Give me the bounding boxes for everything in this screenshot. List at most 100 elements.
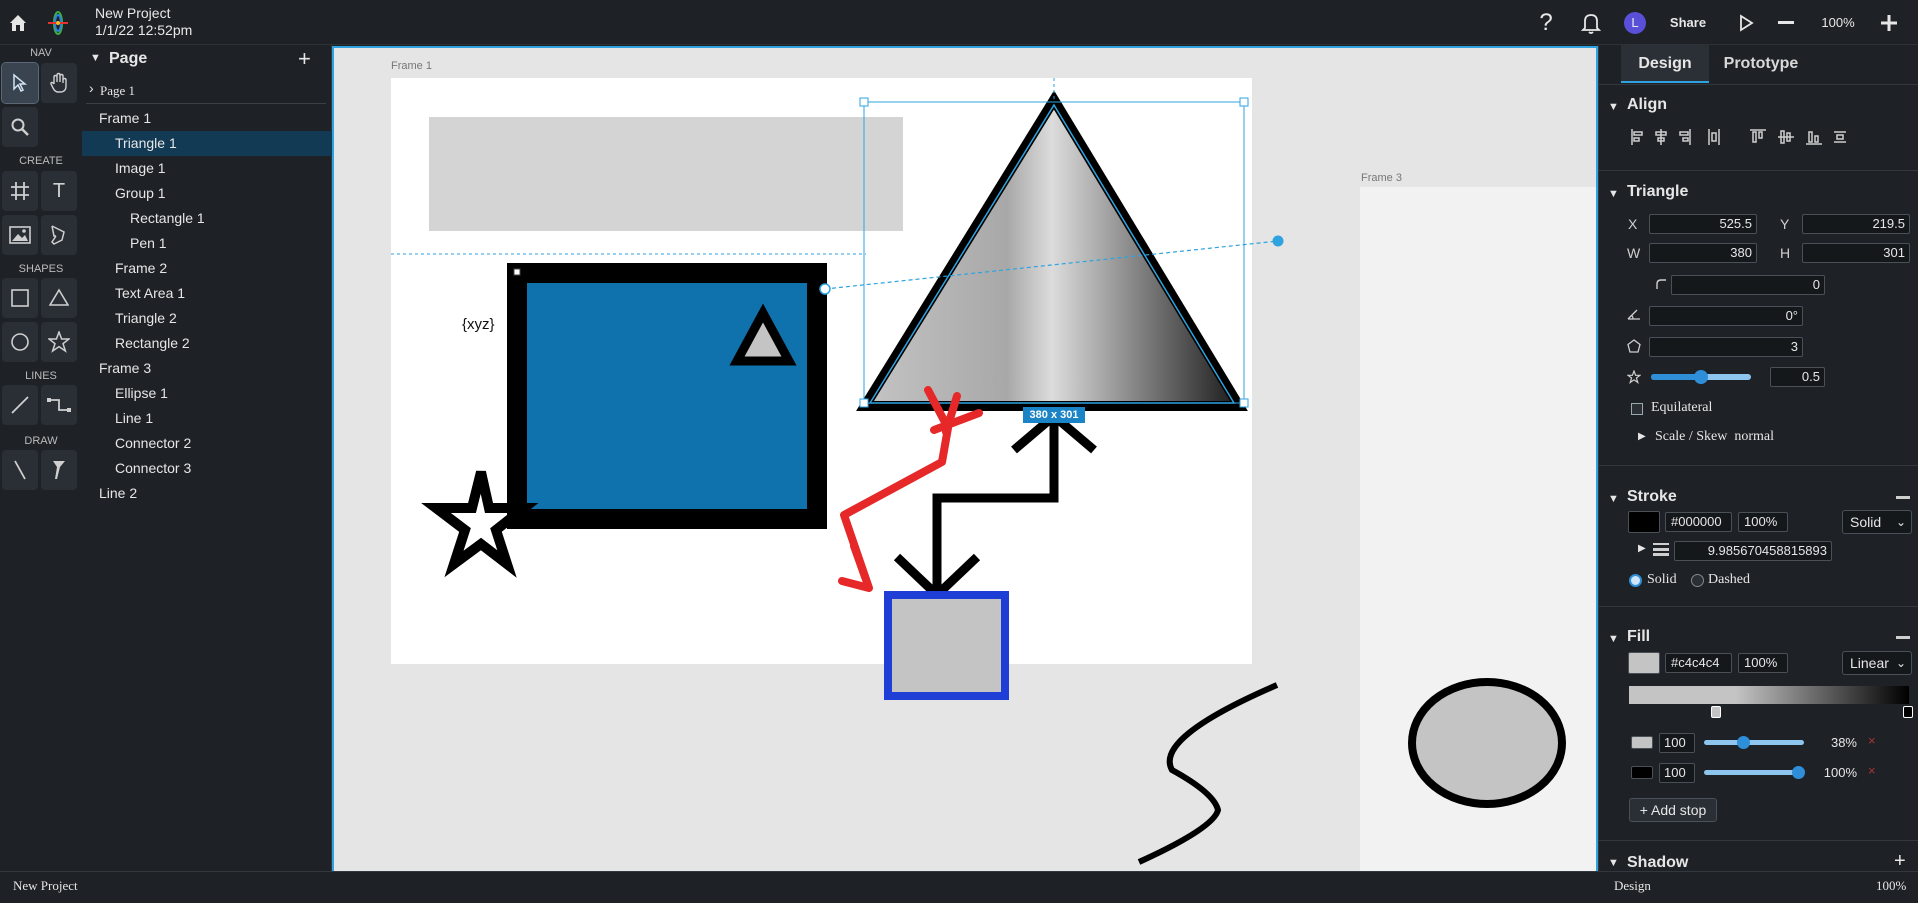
layer-item[interactable]: Ellipse 1 xyxy=(82,381,332,406)
rotation-field[interactable]: 0° xyxy=(1649,306,1803,326)
layer-item[interactable]: Connector 2 xyxy=(82,431,332,456)
add-page-icon[interactable]: + xyxy=(298,48,311,70)
gradient-preview-bar[interactable] xyxy=(1629,686,1909,704)
distribute-vertical-icon[interactable] xyxy=(1834,131,1846,143)
pen-tool[interactable] xyxy=(41,215,77,255)
stroke-caret-icon[interactable]: ▼ xyxy=(1608,493,1619,505)
rectangle2[interactable] xyxy=(884,591,1009,700)
ellipse1[interactable] xyxy=(1408,678,1566,808)
stop2-opacity-field[interactable]: 100 xyxy=(1659,763,1695,783)
star-ratio-field[interactable]: 0.5 xyxy=(1770,367,1825,387)
stop2-slider-thumb[interactable] xyxy=(1792,766,1805,779)
gradient-start-handle[interactable] xyxy=(819,283,831,295)
zoom-in-icon[interactable] xyxy=(1876,0,1902,45)
scale-skew-label[interactable]: Scale / Skew normal xyxy=(1655,429,1774,445)
zoom-tool[interactable] xyxy=(2,107,38,147)
layer-item[interactable]: Triangle 1 xyxy=(82,131,332,156)
marker-tool[interactable] xyxy=(41,450,77,490)
stop2-position-slider[interactable] xyxy=(1704,766,1805,779)
stroke-width-caret-icon[interactable]: ▶ xyxy=(1638,543,1646,554)
align-hcenter-icon[interactable] xyxy=(1655,129,1667,145)
share-button[interactable]: Share xyxy=(1664,0,1712,45)
y-field[interactable]: 219.5 xyxy=(1802,214,1910,234)
stop1-color-swatch[interactable] xyxy=(1631,736,1653,749)
add-stop-button[interactable]: + Add stop xyxy=(1629,798,1717,822)
zoom-level[interactable]: 100% xyxy=(1816,0,1860,45)
star-ratio-slider-thumb[interactable] xyxy=(1694,370,1708,384)
pencil-tool[interactable] xyxy=(2,450,38,490)
remove-stroke-icon[interactable] xyxy=(1896,496,1910,499)
frame2-corner-handle[interactable] xyxy=(513,268,521,276)
handle-top-left[interactable] xyxy=(859,97,869,107)
stop1-delete-icon[interactable]: × xyxy=(1868,733,1876,748)
frame2-blue-square[interactable] xyxy=(507,263,827,529)
triangle-tool[interactable] xyxy=(41,278,77,318)
help-icon[interactable]: ? xyxy=(1534,0,1558,45)
zoom-out-icon[interactable] xyxy=(1774,0,1798,45)
height-field[interactable]: 301 xyxy=(1802,243,1910,263)
solid-radio[interactable] xyxy=(1629,574,1642,587)
page-list-item[interactable]: › Page 1 xyxy=(86,80,326,104)
line2-squiggle[interactable] xyxy=(1137,682,1279,865)
align-left-icon[interactable] xyxy=(1631,129,1643,145)
layer-item[interactable]: Frame 3 xyxy=(82,356,332,381)
stop2-color-swatch[interactable] xyxy=(1631,766,1653,779)
fill-opacity-field[interactable]: 100% xyxy=(1738,653,1788,673)
home-icon[interactable] xyxy=(4,0,32,45)
align-bottom-icon[interactable] xyxy=(1806,131,1822,145)
remove-fill-icon[interactable] xyxy=(1896,636,1910,639)
page-collapse-caret[interactable]: ▼ xyxy=(90,52,101,64)
rectangle-tool[interactable] xyxy=(2,278,38,318)
canvas[interactable]: Frame 1 Frame 3 {xyz} 380 x 301 xyxy=(332,46,1598,897)
gradient-stop-handle-1[interactable] xyxy=(1711,706,1721,718)
layer-item[interactable]: Pen 1 xyxy=(82,231,332,256)
ellipse-tool[interactable] xyxy=(2,322,38,362)
stop1-slider-thumb[interactable] xyxy=(1737,736,1750,749)
frame-tool[interactable] xyxy=(2,171,38,211)
fill-type-select[interactable]: Linear ⌄ xyxy=(1842,651,1912,675)
layer-item[interactable]: Triangle 2 xyxy=(82,306,332,331)
add-shadow-icon[interactable]: + xyxy=(1894,851,1906,871)
stroke-width-field[interactable]: 9.985670458815893 xyxy=(1674,541,1832,561)
align-right-icon[interactable] xyxy=(1679,129,1691,145)
x-field[interactable]: 525.5 xyxy=(1649,214,1757,234)
line-tool[interactable] xyxy=(2,385,38,425)
tab-prototype[interactable]: Prototype xyxy=(1711,45,1811,83)
play-icon[interactable] xyxy=(1733,0,1759,45)
tab-design[interactable]: Design xyxy=(1621,45,1709,83)
project-title[interactable]: New Project xyxy=(95,4,170,22)
fill-hex-field[interactable]: #c4c4c4 xyxy=(1665,653,1732,673)
layer-item[interactable]: Line 1 xyxy=(82,406,332,431)
layer-item[interactable]: Group 1 xyxy=(82,181,332,206)
fill-color-swatch[interactable] xyxy=(1628,652,1660,674)
dashed-radio[interactable] xyxy=(1691,574,1704,587)
layer-item[interactable]: Frame 2 xyxy=(82,256,332,281)
triangle-caret-icon[interactable]: ▼ xyxy=(1608,188,1619,200)
corner-radius-field[interactable]: 0 xyxy=(1671,275,1825,295)
stroke-opacity-field[interactable]: 100% xyxy=(1738,512,1788,532)
connector-tool[interactable] xyxy=(41,385,77,425)
stop2-delete-icon[interactable]: × xyxy=(1868,763,1876,778)
text-tool[interactable]: T xyxy=(41,171,77,211)
layer-item[interactable]: Rectangle 1 xyxy=(82,206,332,231)
distribute-horizontal-icon[interactable] xyxy=(1708,129,1720,145)
star-ratio-slider-track[interactable] xyxy=(1651,370,1751,384)
gradient-stop-handle-2[interactable] xyxy=(1903,706,1913,718)
align-caret-icon[interactable]: ▼ xyxy=(1608,101,1619,113)
bell-icon[interactable] xyxy=(1578,0,1604,45)
stroke-hex-field[interactable]: #000000 xyxy=(1665,512,1732,532)
sides-field[interactable]: 3 xyxy=(1649,337,1803,357)
width-field[interactable]: 380 xyxy=(1649,243,1757,263)
stop1-opacity-field[interactable]: 100 xyxy=(1659,733,1695,753)
layer-item[interactable]: Text Area 1 xyxy=(82,281,332,306)
stop1-position-slider[interactable] xyxy=(1704,736,1804,749)
hand-tool[interactable] xyxy=(41,63,77,103)
layer-item[interactable]: Connector 3 xyxy=(82,456,332,481)
scale-skew-caret-icon[interactable]: ▶ xyxy=(1638,431,1646,442)
handle-top-right[interactable] xyxy=(1239,97,1249,107)
image1-placeholder[interactable] xyxy=(429,117,903,231)
handle-bottom-right[interactable] xyxy=(1239,398,1249,408)
align-top-icon[interactable] xyxy=(1750,129,1766,143)
layer-item[interactable]: Rectangle 2 xyxy=(82,331,332,356)
image-tool[interactable] xyxy=(2,215,38,255)
